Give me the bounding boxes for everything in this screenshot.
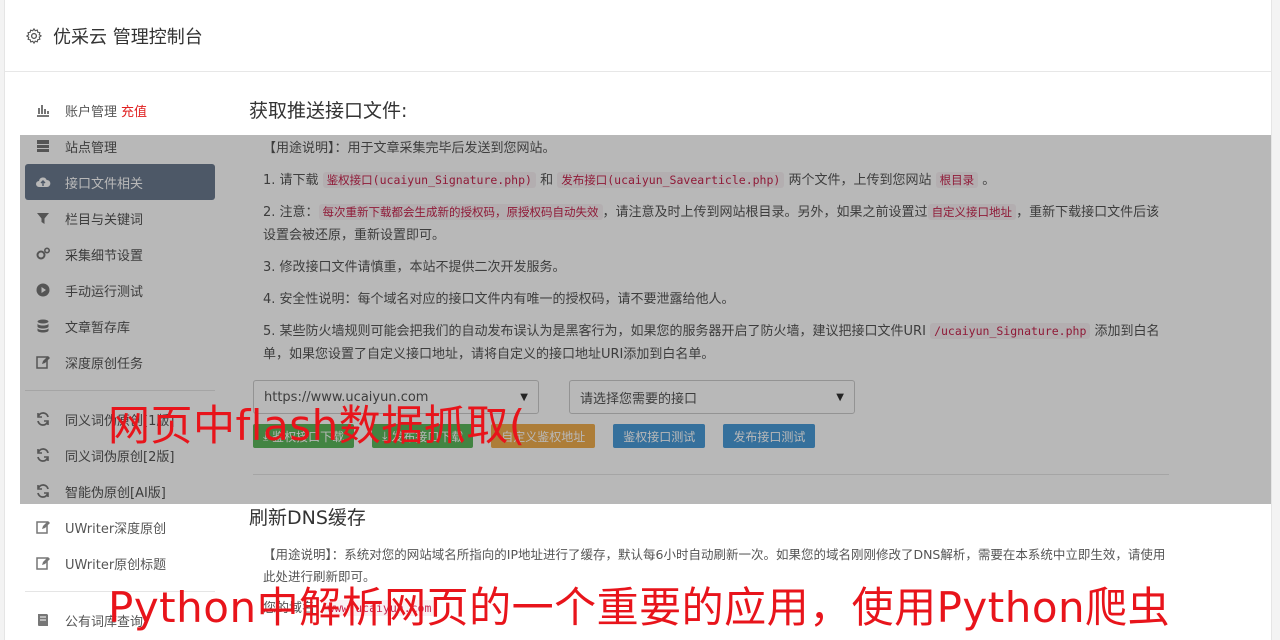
note-3: 3. 修改接口文件请慎重，本站不提供二次开发服务。: [263, 260, 566, 275]
sidebar-item-uwriter-deep[interactable]: UWriter深度原创: [25, 509, 215, 545]
refresh-icon: [37, 484, 49, 498]
gear-icon: [25, 27, 43, 44]
page-title: 优采云 管理控制台: [53, 26, 203, 48]
edit-icon: [36, 356, 50, 369]
publish-file-code: 发布接口(ucaiyun_Savearticle.php): [557, 172, 785, 188]
sidebar-item-label: UWriter原创标题: [65, 557, 167, 573]
note-2: 2. 注意： 每次重新下载都会生成新的授权码，原授权码自动失效 ，请注意及时上传到网…: [263, 204, 1160, 243]
note-1: 1. 请下载 鉴权接口(ucaiyun_Signature.php) 和 发布接…: [263, 172, 996, 188]
cloud-upload-icon: [36, 177, 51, 187]
sidebar-item-label: 深度原创任务: [65, 356, 144, 372]
refresh-icon: [37, 412, 49, 426]
page-header: 优采云 管理控制台: [5, 0, 1271, 72]
section-divider: [253, 474, 1169, 475]
edit-icon: [36, 557, 50, 570]
sidebar-divider: [25, 390, 215, 391]
console-frame: 优采云 管理控制台 账户管理 充值 站点管理 接口文件相关 栏目与关键词 采集细…: [4, 0, 1272, 640]
uri-code: /ucaiyun_Signature.php: [930, 323, 1091, 339]
sidebar-item-account[interactable]: 账户管理 充值: [25, 92, 215, 128]
sidebar-item-label: 采集细节设置: [65, 248, 144, 264]
cogs-icon: [36, 247, 51, 260]
sidebar-item-label: UWriter深度原创: [65, 521, 167, 537]
usage-note: 【用途说明】：用于文章采集完毕后发送到您网站。: [263, 141, 556, 156]
sidebar-item-label: 栏目与关键词: [65, 212, 144, 228]
sidebar-item-ai-original[interactable]: 智能伪原创[AI版]: [25, 473, 215, 509]
sidebar-item-label: 接口文件相关: [65, 176, 144, 192]
watermark-top: 网页中flash数据抓取(: [108, 401, 526, 450]
bar-chart-icon: [37, 105, 49, 117]
sidebar-item-label: 文章暂存库: [65, 320, 131, 336]
signature-test-button[interactable]: 鉴权接口测试: [613, 424, 706, 448]
sidebar-item-label: 账户管理: [65, 104, 118, 120]
note-5: 5. 某些防火墙规则可能会把我们的自动发布误认为是黑客行为，如果您的服务器开启了…: [263, 323, 1160, 362]
server-icon: [37, 140, 49, 152]
book-icon: [38, 614, 48, 626]
warning-code: 每次重新下载都会生成新的授权码，原授权码自动失效: [318, 204, 603, 220]
sidebar-item-article-store[interactable]: 文章暂存库: [25, 308, 215, 344]
note-4: 4. 安全性说明：每个域名对应的接口文件内有唯一的授权码，请不要泄露给他人。: [263, 292, 735, 307]
sidebar-item-label: 站点管理: [65, 140, 118, 156]
play-circle-icon: [36, 283, 50, 297]
database-icon: [37, 319, 49, 333]
sidebar-item-label: 智能伪原创[AI版]: [65, 485, 166, 501]
publish-test-button[interactable]: 发布接口测试: [723, 424, 816, 448]
sidebar-item-sites[interactable]: 站点管理: [25, 128, 215, 164]
watermark-bottom: Python中解析网页的一个重要的应用，使用Python爬虫: [108, 583, 1171, 632]
sidebar-item-label: 手动运行测试: [65, 284, 144, 300]
push-section-title: 获取推送接口文件:: [249, 100, 408, 122]
sidebar-item-api-files[interactable]: 接口文件相关: [25, 164, 215, 200]
recharge-link[interactable]: 充值: [121, 101, 147, 120]
refresh-icon: [37, 448, 49, 462]
chevron-down-icon: ▼: [836, 391, 844, 403]
edit-icon: [36, 521, 50, 534]
api-select[interactable]: 请选择您需要的接口 ▼: [569, 380, 855, 414]
dns-section-title: 刷新DNS缓存: [249, 507, 366, 529]
filter-icon: [37, 213, 49, 224]
custom-api-code: 自定义接口地址: [927, 204, 1017, 220]
sidebar-item-deep-original[interactable]: 深度原创任务: [25, 344, 215, 380]
main-content: 获取推送接口文件: 【用途说明】：用于文章采集完毕后发送到您网站。 1. 请下载…: [249, 96, 1169, 629]
signature-file-code: 鉴权接口(ucaiyun_Signature.php): [322, 172, 536, 188]
sidebar: 账户管理 充值 站点管理 接口文件相关 栏目与关键词 采集细节设置 手动运行测试…: [25, 92, 215, 638]
sidebar-item-manual-run[interactable]: 手动运行测试: [25, 272, 215, 308]
sidebar-item-columns-keywords[interactable]: 栏目与关键词: [25, 200, 215, 236]
root-dir-code: 根目录: [935, 172, 979, 188]
sidebar-item-collect-settings[interactable]: 采集细节设置: [25, 236, 215, 272]
